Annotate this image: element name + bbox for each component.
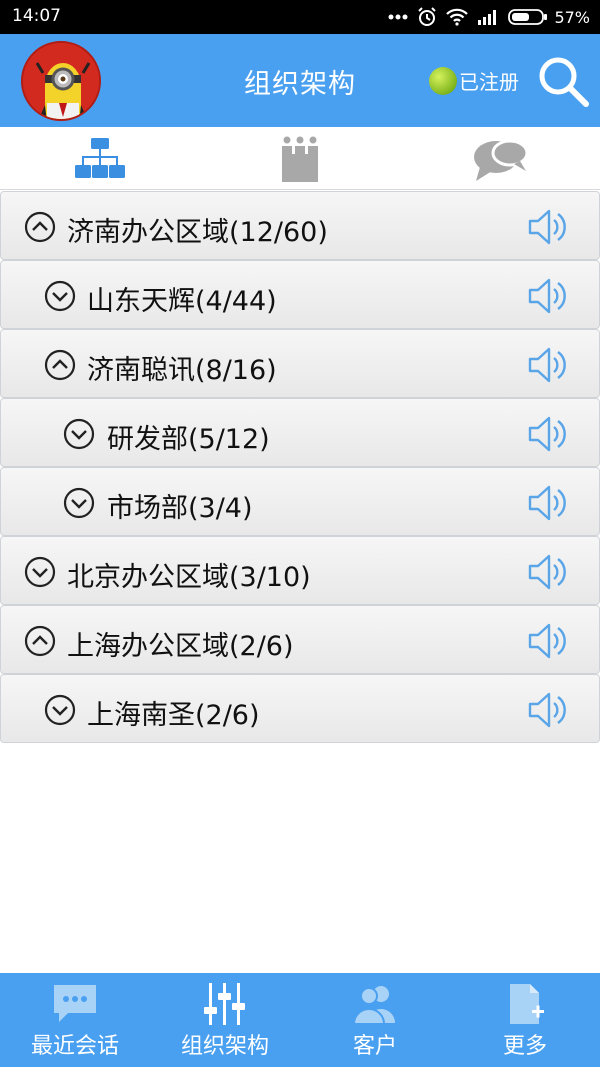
status-time: 14:07 xyxy=(12,6,61,26)
tree-row-label: 上海办公区域(2/6) xyxy=(67,631,294,662)
registration-label: 已注册 xyxy=(459,70,519,94)
tree-row[interactable]: 北京办公区域(3/10) xyxy=(0,536,600,605)
wifi-icon xyxy=(446,8,469,26)
tree-row[interactable]: 研发部(5/12) xyxy=(0,398,600,467)
battery: 57% xyxy=(508,8,590,27)
tree-row[interactable]: 上海办公区域(2/6) xyxy=(0,605,600,674)
tree-row[interactable]: 山东天辉(4/44) xyxy=(0,260,600,329)
customers-icon xyxy=(352,986,395,1025)
tab-org-chart[interactable] xyxy=(0,127,200,190)
collapse-icon[interactable] xyxy=(24,211,56,243)
expand-icon[interactable] xyxy=(44,694,76,726)
nav-label: 组织架构 xyxy=(180,1034,269,1059)
speaker-icon[interactable] xyxy=(527,206,569,248)
expand-icon[interactable] xyxy=(63,418,95,450)
speaker-icon[interactable] xyxy=(527,275,569,317)
speaker-icon[interactable] xyxy=(527,620,569,662)
nav-more[interactable]: 更多 xyxy=(450,973,600,1067)
status-icons: 57% xyxy=(388,5,590,29)
chat-bubbles-icon xyxy=(474,139,528,181)
org-chart-icon xyxy=(75,137,125,178)
search-button[interactable] xyxy=(536,54,592,110)
bottom-nav: 最近会话 组织架构 客户 更多 xyxy=(0,973,600,1067)
tree-row[interactable]: 济南办公区域(12/60) xyxy=(0,191,600,260)
org-tree: 济南办公区域(12/60) 山东天辉(4/44) 济南聪讯(8/16) 研发部(… xyxy=(0,191,600,743)
registration-status: 已注册 xyxy=(429,66,519,95)
nav-customers[interactable]: 客户 xyxy=(300,973,450,1067)
tree-row[interactable]: 市场部(3/4) xyxy=(0,467,600,536)
battery-icon xyxy=(508,9,548,25)
more-dots-icon xyxy=(388,14,408,20)
nav-label: 最近会话 xyxy=(30,1034,119,1059)
expand-icon[interactable] xyxy=(44,280,76,312)
tree-row-label: 北京办公区域(3/10) xyxy=(67,562,311,593)
speaker-icon[interactable] xyxy=(527,551,569,593)
search-icon xyxy=(539,57,589,107)
signal-icon xyxy=(478,10,497,25)
nav-recent-chats[interactable]: 最近会话 xyxy=(0,973,150,1067)
nav-org-chart[interactable]: 组织架构 xyxy=(150,973,300,1067)
collapse-icon[interactable] xyxy=(44,349,76,381)
tree-row-label: 山东天辉(4/44) xyxy=(87,286,277,317)
nav-label: 更多 xyxy=(502,1034,547,1059)
alarm-icon xyxy=(418,7,437,26)
tree-row[interactable]: 上海南圣(2/6) xyxy=(0,674,600,743)
tab-bar xyxy=(0,127,600,190)
add-document-icon xyxy=(510,984,544,1024)
sliders-icon xyxy=(204,983,245,1025)
speaker-icon[interactable] xyxy=(527,689,569,731)
tree-row[interactable]: 济南聪讯(8/16) xyxy=(0,329,600,398)
tree-row-label: 上海南圣(2/6) xyxy=(87,700,260,731)
speaker-icon[interactable] xyxy=(527,413,569,455)
tab-chat[interactable] xyxy=(400,127,600,190)
tree-row-label: 济南聪讯(8/16) xyxy=(87,355,277,386)
chat-icon xyxy=(54,985,96,1022)
tree-row-label: 研发部(5/12) xyxy=(107,424,270,455)
tree-row-label: 市场部(3/4) xyxy=(107,493,253,524)
nav-label: 客户 xyxy=(352,1034,397,1059)
status-bar: 14:07 57% xyxy=(0,0,600,34)
app-header: 组织架构 已注册 xyxy=(0,34,600,127)
collapse-icon[interactable] xyxy=(24,625,56,657)
speaker-icon[interactable] xyxy=(527,482,569,524)
tab-groups[interactable] xyxy=(200,127,400,190)
battery-percent: 57% xyxy=(554,7,590,27)
status-dot-icon xyxy=(429,66,457,95)
expand-icon[interactable] xyxy=(24,556,56,588)
speaker-icon[interactable] xyxy=(527,344,569,386)
expand-icon[interactable] xyxy=(63,487,95,519)
tree-row-label: 济南办公区域(12/60) xyxy=(67,217,328,248)
group-icon xyxy=(282,136,318,182)
